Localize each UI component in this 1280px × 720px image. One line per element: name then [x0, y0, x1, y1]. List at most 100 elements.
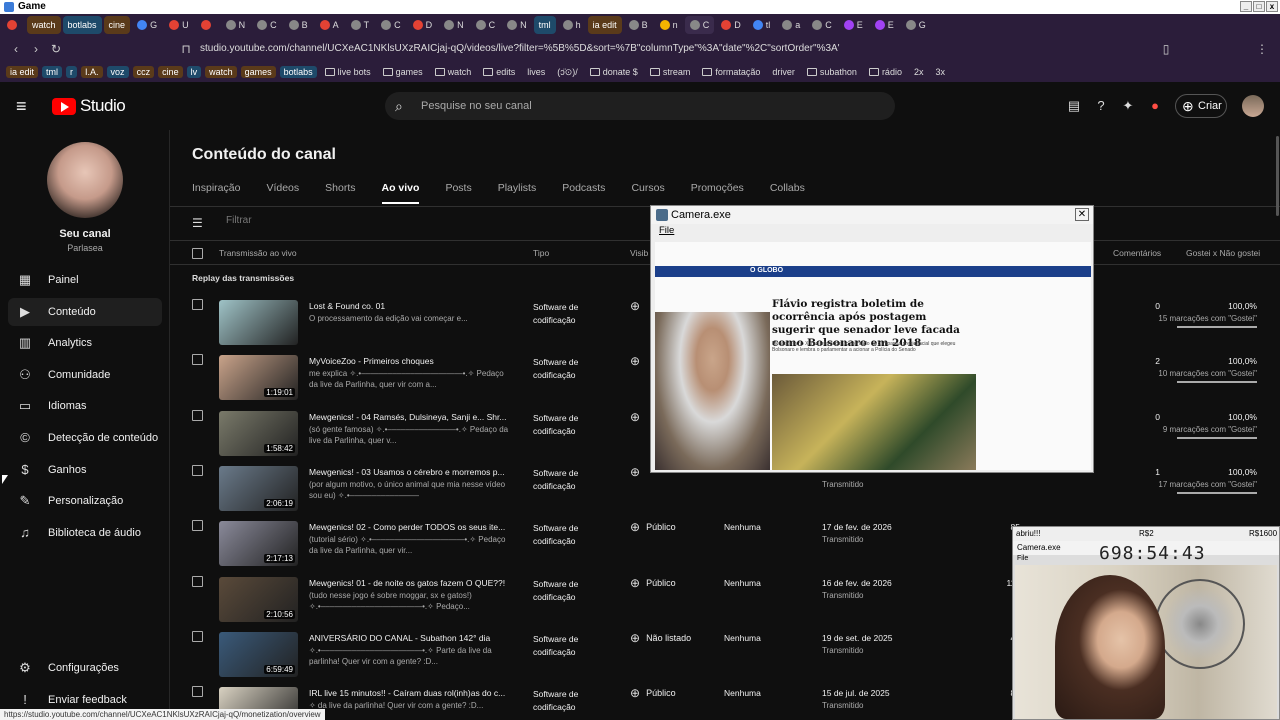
row-checkbox[interactable] — [192, 409, 203, 421]
video-title[interactable]: Mewgenics! 02 - Como perder TODOS os seu… — [309, 522, 509, 532]
camera-window-news[interactable]: Camera.exe ✕ File O GLOBO Flávio registr… — [650, 205, 1094, 473]
browser-tab[interactable]: C — [807, 16, 837, 34]
column-header-type[interactable]: Tipo — [533, 248, 549, 258]
tab-promoes[interactable]: Promoções — [691, 182, 744, 204]
column-header-likes[interactable]: Gostei x Não gostei — [1186, 248, 1260, 258]
sidebar-item-subtitles[interactable]: ▭ Idiomas — [8, 392, 162, 420]
browser-tab[interactable]: C — [471, 16, 501, 34]
select-all-checkbox[interactable] — [192, 248, 203, 259]
column-header-visibility[interactable]: Visib — [630, 248, 648, 258]
bookmark-item[interactable]: watch — [431, 66, 476, 78]
sidebar-icon[interactable]: ▯ — [1158, 41, 1174, 57]
tab-podcasts[interactable]: Podcasts — [562, 182, 605, 204]
browser-tab[interactable]: C — [252, 16, 282, 34]
video-visibility[interactable]: ⊕ Público — [630, 576, 676, 590]
browser-tab[interactable]: n — [655, 16, 683, 34]
browser-tab[interactable]: A — [315, 16, 344, 34]
tab-cursos[interactable]: Cursos — [631, 182, 664, 204]
bookmark-item[interactable]: r — [66, 66, 78, 78]
bookmark-icon[interactable]: ⊓ — [178, 41, 194, 57]
video-title[interactable]: IRL live 15 minutos!! - Caíram duas rol(… — [309, 688, 509, 698]
video-title[interactable]: Lost & Found co. 01 — [309, 301, 509, 311]
tab-playlists[interactable]: Playlists — [498, 182, 537, 204]
column-header-title[interactable]: Transmissão ao vivo — [219, 248, 297, 258]
browser-tab[interactable]: tl — [748, 16, 776, 34]
browser-tab[interactable]: D — [408, 16, 438, 34]
camera2-file-menu[interactable]: File — [1017, 555, 1028, 562]
bookmark-item[interactable]: 2x — [910, 66, 928, 78]
video-title[interactable]: MyVoiceZoo - Primeiros choques — [309, 356, 509, 366]
video-thumbnail[interactable]: 2:06:19 — [219, 465, 298, 511]
sidebar-item-earn[interactable]: $ Ganhos — [8, 456, 162, 484]
bookmark-item[interactable]: I.A. — [81, 66, 103, 78]
studio-logo[interactable]: Studio — [52, 96, 126, 116]
video-visibility[interactable]: ⊕ Não listado — [630, 631, 691, 645]
create-button[interactable]: ⊕ Criar — [1175, 94, 1227, 118]
row-checkbox[interactable] — [192, 520, 203, 532]
video-thumbnail[interactable]: 2:10:56 — [219, 576, 298, 622]
video-visibility[interactable]: ⊕ Público — [630, 686, 676, 700]
bookmark-item[interactable]: ia edit — [6, 66, 39, 78]
browser-tab[interactable]: tml — [533, 16, 556, 34]
bookmark-item[interactable]: games — [379, 66, 427, 78]
scrollbar[interactable] — [1275, 130, 1280, 510]
video-thumbnail[interactable]: 1:58:42 — [219, 410, 298, 456]
browser-tab[interactable]: B — [624, 16, 653, 34]
menu-icon[interactable]: ⋮ — [1254, 41, 1270, 57]
bookmark-item[interactable]: botlabs — [279, 66, 317, 78]
browser-tab[interactable]: watch — [27, 16, 61, 34]
notifications-icon[interactable]: ● — [1147, 98, 1163, 114]
browser-tab[interactable]: C — [376, 16, 406, 34]
tab-collabs[interactable]: Collabs — [770, 182, 805, 204]
sidebar-item-community[interactable]: ⚇ Comunidade — [8, 361, 162, 389]
column-header-comments[interactable]: Comentários — [1113, 248, 1161, 258]
row-checkbox[interactable] — [192, 630, 203, 642]
browser-tab[interactable]: cine — [103, 16, 131, 34]
bookmark-item[interactable]: (ↄ̈⊙)/ — [553, 66, 582, 79]
maximize-button[interactable]: □ — [1253, 1, 1265, 12]
browser-tab[interactable]: N — [221, 16, 251, 34]
tab-posts[interactable]: Posts — [445, 182, 471, 204]
bookmark-item[interactable]: formatação — [698, 66, 764, 78]
video-visibility[interactable]: ⊕ — [630, 410, 646, 424]
bookmark-item[interactable]: rádio — [865, 66, 906, 78]
close-window-button[interactable]: x — [1266, 1, 1278, 12]
tab-shorts[interactable]: Shorts — [325, 182, 355, 204]
video-thumbnail[interactable]: 6:59:49 — [219, 631, 298, 677]
browser-tab[interactable]: E — [870, 16, 899, 34]
scrollbar-thumb[interactable] — [1276, 136, 1279, 216]
sidebar-item-dashboard[interactable]: ▦ Painel — [8, 266, 162, 294]
bookmark-item[interactable]: lv — [186, 66, 202, 78]
camera-window-streamer[interactable]: abriu!!! R$2 R$1600 Camera.exe 698:54:43… — [1012, 526, 1280, 720]
tab-vdeos[interactable]: Vídeos — [266, 182, 299, 204]
browser-tab[interactable]: N — [439, 16, 469, 34]
reload-icon[interactable]: ↻ — [48, 41, 64, 57]
bookmark-item[interactable]: tml — [42, 66, 63, 78]
video-visibility[interactable]: ⊕ — [630, 465, 646, 479]
browser-tab[interactable]: a — [777, 16, 805, 34]
browser-tab[interactable]: D — [716, 16, 746, 34]
video-title[interactable]: Mewgenics! - 03 Usamos o cérebro e morre… — [309, 467, 509, 477]
channel-avatar[interactable] — [47, 142, 123, 218]
row-checkbox[interactable] — [192, 464, 203, 476]
bookmark-item[interactable]: driver — [768, 66, 799, 78]
browser-tab[interactable]: U — [164, 16, 194, 34]
video-title[interactable]: ANIVERSÁRIO DO CANAL - Subathon 142° dia — [309, 633, 509, 643]
browser-tab[interactable] — [2, 16, 25, 34]
messages-icon[interactable]: ▤ — [1066, 98, 1082, 114]
camera-title-bar[interactable]: Camera.exe — [651, 206, 1093, 224]
camera-close-button[interactable]: ✕ — [1075, 208, 1089, 221]
browser-tab[interactable]: E — [839, 16, 868, 34]
browser-tab[interactable]: botlabs — [62, 16, 102, 34]
row-checkbox[interactable] — [192, 299, 203, 310]
browser-tab[interactable]: ia edit — [587, 16, 622, 34]
sidebar-item-gear[interactable]: ⚙ Configurações — [8, 654, 162, 682]
video-visibility[interactable]: ⊕ — [630, 354, 646, 368]
help-icon[interactable]: ? — [1093, 98, 1109, 114]
browser-tab[interactable]: N — [502, 16, 532, 34]
bookmark-item[interactable]: games — [240, 66, 276, 78]
sidebar-item-audio-library[interactable]: ♫ Biblioteca de áudio — [8, 519, 162, 547]
sparkle-icon[interactable]: ✦ — [1120, 98, 1136, 114]
bookmark-item[interactable]: 3x — [931, 66, 949, 78]
row-checkbox[interactable] — [192, 686, 203, 698]
